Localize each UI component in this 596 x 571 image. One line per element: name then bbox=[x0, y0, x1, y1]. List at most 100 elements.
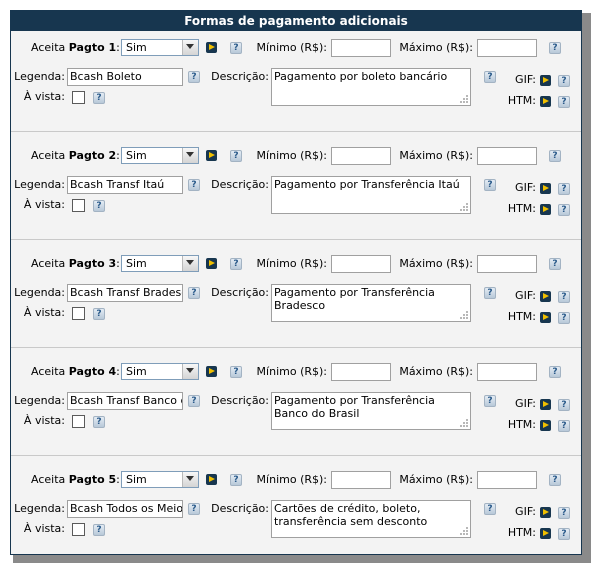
aceita-go-icon[interactable] bbox=[206, 42, 217, 53]
maximo-input[interactable] bbox=[477, 147, 537, 165]
chevron-down-icon[interactable] bbox=[182, 148, 198, 163]
chevron-down-icon[interactable] bbox=[182, 364, 198, 379]
gif-go-icon[interactable] bbox=[540, 507, 551, 518]
row-divider bbox=[11, 239, 581, 240]
gif-go-icon[interactable] bbox=[540, 291, 551, 302]
descricao-textarea[interactable]: Cartões de crédito, boleto, transferênci… bbox=[271, 500, 471, 538]
a-vista-help-icon[interactable]: ? bbox=[93, 200, 105, 212]
a-vista-checkbox[interactable] bbox=[72, 523, 85, 536]
legenda-input[interactable]: Bcash Transf Itaú bbox=[67, 176, 183, 194]
aceita-select-value: Sim bbox=[126, 473, 147, 486]
aceita-go-icon[interactable] bbox=[206, 258, 217, 269]
aceita-select[interactable]: Sim bbox=[121, 363, 199, 380]
aceita-select[interactable]: Sim bbox=[121, 39, 199, 56]
htm-go-icon[interactable] bbox=[540, 96, 551, 107]
legenda-input[interactable]: Bcash Todos os Meios ( bbox=[67, 500, 183, 518]
htm-go-icon[interactable] bbox=[540, 204, 551, 215]
aceita-text: Aceita bbox=[31, 41, 66, 54]
legenda-help-icon[interactable]: ? bbox=[188, 395, 200, 407]
descricao-textarea[interactable]: Pagamento por Transferência Itaú bbox=[271, 176, 471, 214]
legenda-help-icon[interactable]: ? bbox=[188, 503, 200, 515]
a-vista-help-icon[interactable]: ? bbox=[93, 524, 105, 536]
aceita-text: Aceita bbox=[31, 149, 66, 162]
maximo-input[interactable] bbox=[477, 471, 537, 489]
minimo-input[interactable] bbox=[331, 363, 391, 381]
resize-grip-icon[interactable] bbox=[459, 310, 469, 320]
maximo-help-icon[interactable]: ? bbox=[549, 366, 561, 378]
chevron-down-icon[interactable] bbox=[182, 256, 198, 271]
aceita-select[interactable]: Sim bbox=[121, 147, 199, 164]
aceita-select[interactable]: Sim bbox=[121, 255, 199, 272]
maximo-input[interactable] bbox=[477, 255, 537, 273]
minimo-input[interactable] bbox=[331, 39, 391, 57]
a-vista-label: À vista: bbox=[23, 198, 65, 211]
maximo-help-icon[interactable]: ? bbox=[549, 150, 561, 162]
maximo-help-icon[interactable]: ? bbox=[549, 258, 561, 270]
legenda-label: Legenda: bbox=[14, 286, 65, 299]
gif-go-icon[interactable] bbox=[540, 399, 551, 410]
a-vista-checkbox[interactable] bbox=[72, 91, 85, 104]
gif-help-icon[interactable]: ? bbox=[558, 291, 570, 303]
maximo-label: Máximo (R$): bbox=[399, 149, 473, 162]
gif-help-icon[interactable]: ? bbox=[558, 75, 570, 87]
descricao-textarea[interactable]: Pagamento por Transferência Banco do Bra… bbox=[271, 392, 471, 430]
htm-label: HTM: bbox=[507, 94, 536, 107]
legenda-input[interactable]: Bcash Boleto bbox=[67, 68, 183, 86]
aceita-label: Aceita Pagto 5: bbox=[31, 472, 120, 488]
gif-help-icon[interactable]: ? bbox=[558, 507, 570, 519]
htm-help-icon[interactable]: ? bbox=[558, 96, 570, 108]
legenda-input[interactable]: Bcash Transf Bradesco bbox=[67, 284, 183, 302]
chevron-down-icon[interactable] bbox=[182, 472, 198, 487]
gif-help-icon[interactable]: ? bbox=[558, 183, 570, 195]
legenda-input[interactable]: Bcash Transf Banco do bbox=[67, 392, 183, 410]
descricao-textarea[interactable]: Pagamento por Transferência Bradesco bbox=[271, 284, 471, 322]
resize-grip-icon[interactable] bbox=[459, 526, 469, 536]
a-vista-help-icon[interactable]: ? bbox=[93, 416, 105, 428]
legenda-help-icon[interactable]: ? bbox=[188, 287, 200, 299]
gif-go-icon[interactable] bbox=[540, 183, 551, 194]
aceita-label: Aceita Pagto 3: bbox=[31, 256, 120, 272]
aceita-go-icon[interactable] bbox=[206, 474, 217, 485]
aceita-go-icon[interactable] bbox=[206, 150, 217, 161]
a-vista-help-icon[interactable]: ? bbox=[93, 92, 105, 104]
resize-grip-icon[interactable] bbox=[459, 94, 469, 104]
a-vista-checkbox[interactable] bbox=[72, 415, 85, 428]
legenda-help-icon[interactable]: ? bbox=[188, 179, 200, 191]
htm-go-icon[interactable] bbox=[540, 528, 551, 539]
a-vista-label: À vista: bbox=[23, 90, 65, 103]
htm-help-icon[interactable]: ? bbox=[558, 312, 570, 324]
resize-grip-icon[interactable] bbox=[459, 202, 469, 212]
minimo-input[interactable] bbox=[331, 255, 391, 273]
panel-title: Formas de pagamento adicionais bbox=[11, 11, 581, 31]
minimo-input[interactable] bbox=[331, 471, 391, 489]
aceita-text: Aceita bbox=[31, 365, 66, 378]
gif-help-icon[interactable]: ? bbox=[558, 399, 570, 411]
a-vista-checkbox[interactable] bbox=[72, 307, 85, 320]
gif-go-icon[interactable] bbox=[540, 75, 551, 86]
htm-help-icon[interactable]: ? bbox=[558, 528, 570, 540]
htm-go-icon[interactable] bbox=[540, 312, 551, 323]
resize-grip-icon[interactable] bbox=[459, 418, 469, 428]
maximo-input[interactable] bbox=[477, 363, 537, 381]
minimo-input[interactable] bbox=[331, 147, 391, 165]
a-vista-checkbox[interactable] bbox=[72, 199, 85, 212]
htm-help-icon[interactable]: ? bbox=[558, 204, 570, 216]
legenda-help-icon[interactable]: ? bbox=[188, 71, 200, 83]
aceita-select[interactable]: Sim bbox=[121, 471, 199, 488]
maximo-input[interactable] bbox=[477, 39, 537, 57]
aceita-go-icon[interactable] bbox=[206, 366, 217, 377]
a-vista-help-icon[interactable]: ? bbox=[93, 308, 105, 320]
pagto-text: Pagto bbox=[68, 365, 105, 378]
chevron-down-icon[interactable] bbox=[182, 40, 198, 55]
maximo-help-icon[interactable]: ? bbox=[549, 42, 561, 54]
a-vista-label: À vista: bbox=[23, 306, 65, 319]
aceita-label: Aceita Pagto 4: bbox=[31, 364, 120, 380]
htm-help-icon[interactable]: ? bbox=[558, 420, 570, 432]
descricao-label: Descrição: bbox=[211, 70, 269, 83]
htm-go-icon[interactable] bbox=[540, 420, 551, 431]
maximo-help-icon[interactable]: ? bbox=[549, 474, 561, 486]
descricao-text: Cartões de crédito, boleto, transferênci… bbox=[274, 502, 428, 528]
gif-label: GIF: bbox=[515, 289, 536, 302]
pagto-number: 4 bbox=[108, 365, 117, 378]
descricao-textarea[interactable]: Pagamento por boleto bancário bbox=[271, 68, 471, 106]
